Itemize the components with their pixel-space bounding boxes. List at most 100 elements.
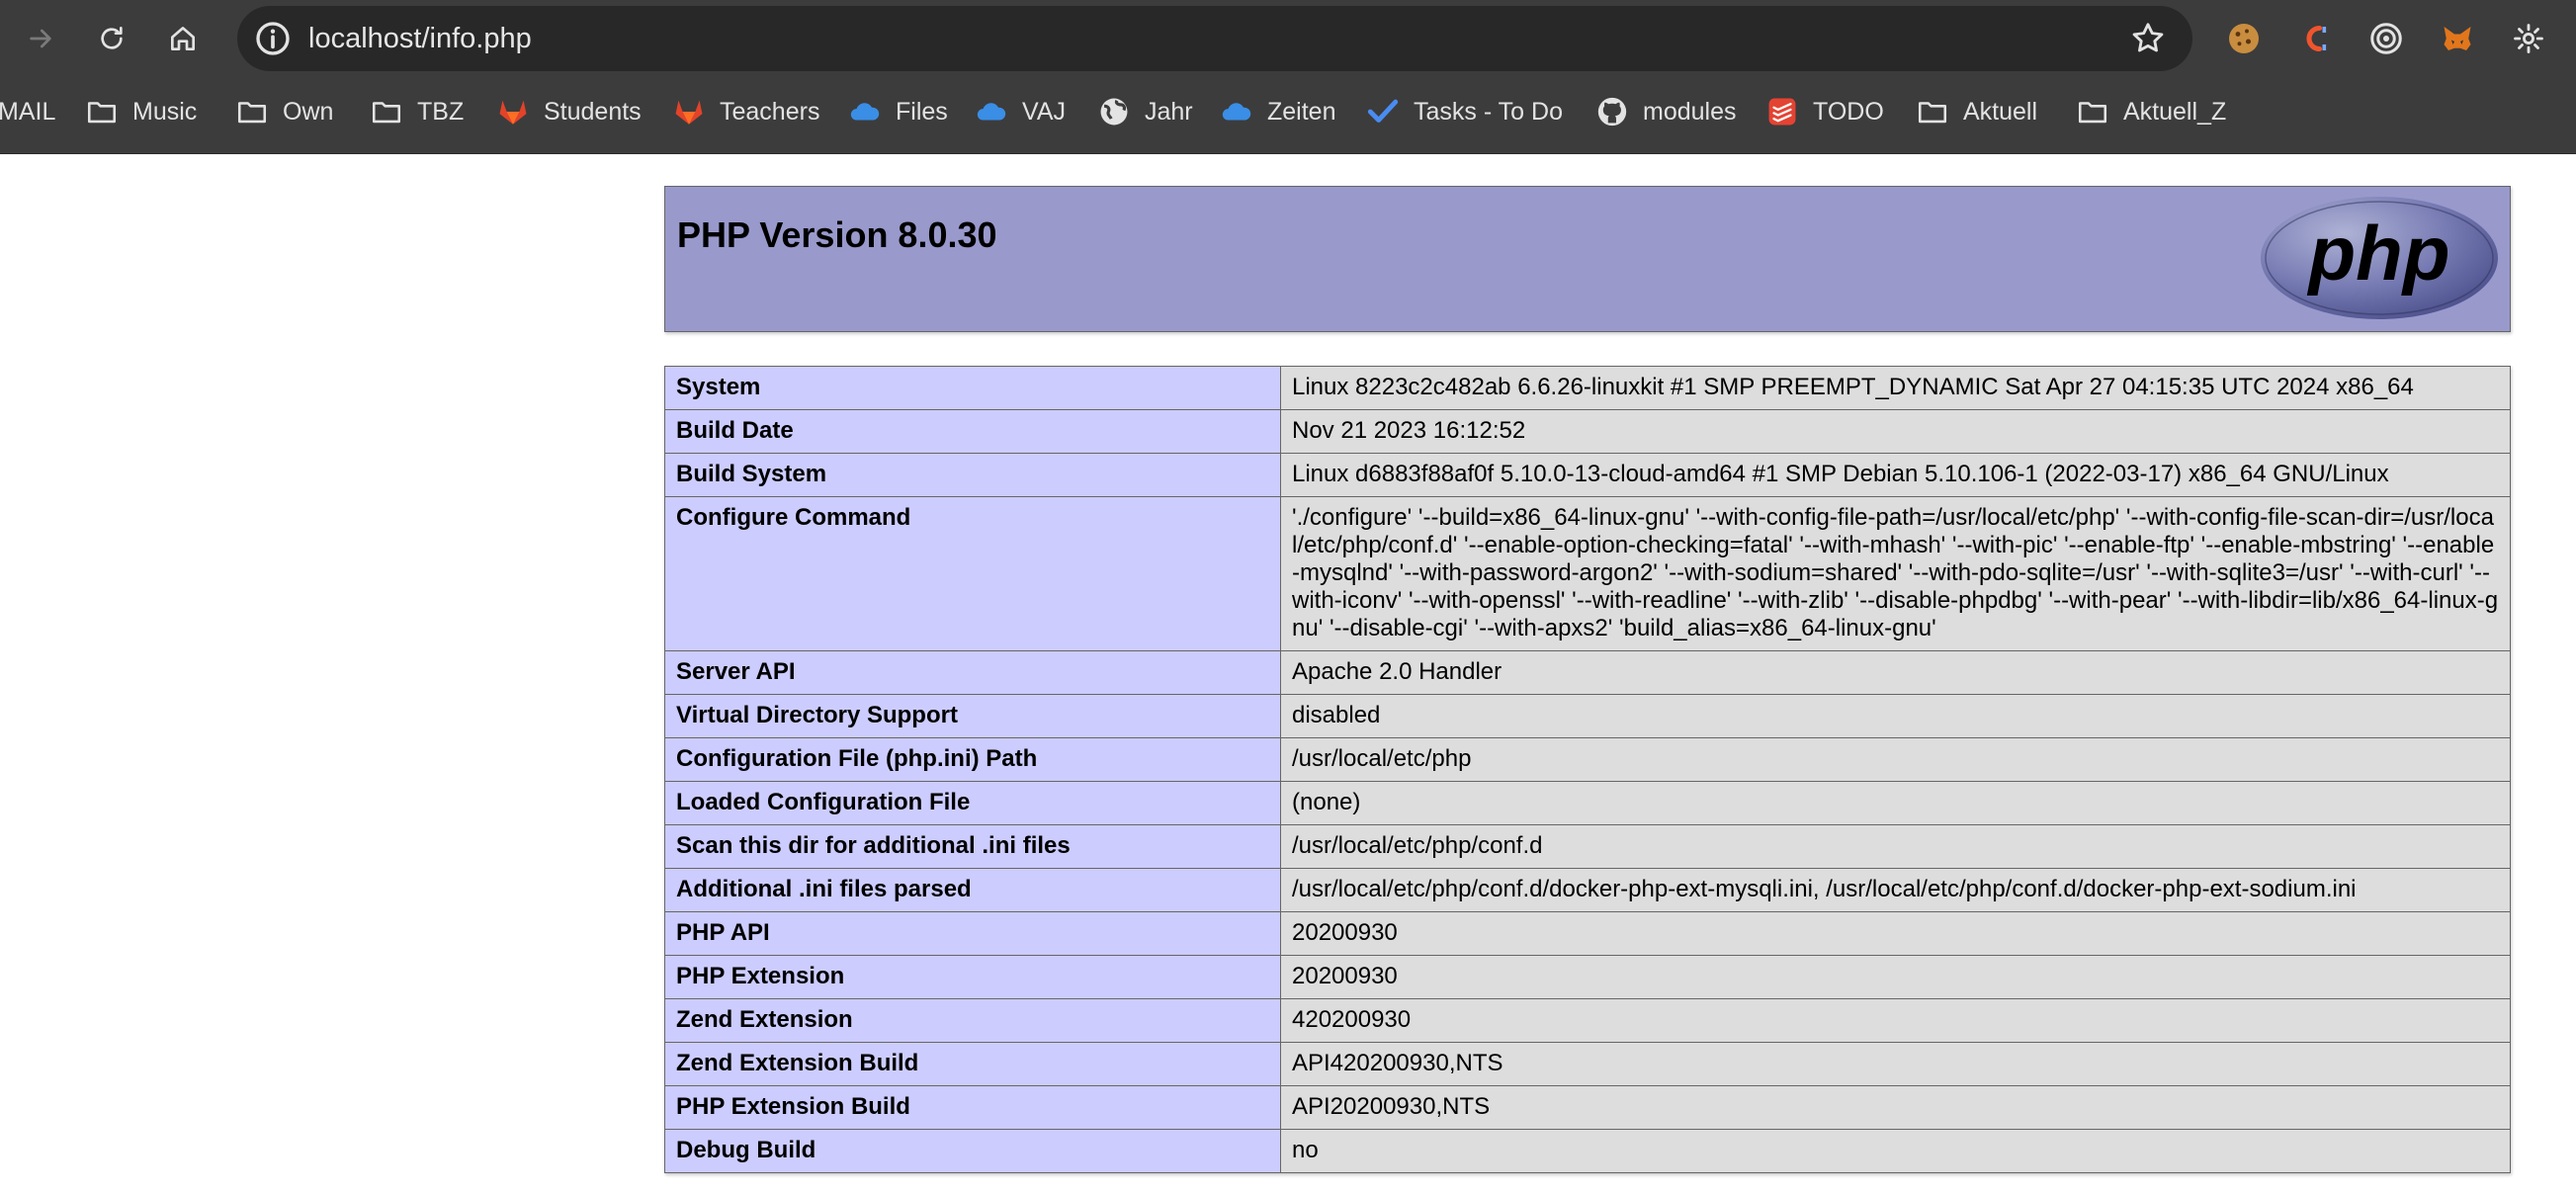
address-bar[interactable]: localhost/info.php [237, 6, 2192, 71]
bookmark-star-icon[interactable] [2129, 20, 2167, 57]
php-logo-text: php [2307, 210, 2450, 297]
reload-button[interactable] [89, 16, 134, 61]
onedrive-icon [1220, 95, 1253, 128]
table-row: Scan this dir for additional .ini files /… [664, 824, 2511, 869]
folder-icon [2076, 95, 2109, 128]
c-extension-icon[interactable] [2295, 19, 2335, 58]
bookmark-label: Aktuell_Z [2123, 97, 2227, 126]
bookmark-label: Students [544, 97, 642, 126]
row-value: Nov 21 2023 16:12:52 [1280, 409, 2511, 454]
bookmark-files[interactable]: Files [848, 77, 948, 146]
folder-icon [370, 95, 403, 128]
gitlab-icon [672, 95, 706, 128]
row-value: API420200930,NTS [1280, 1042, 2511, 1086]
row-value: './configure' '--build=x86_64-linux-gnu'… [1280, 496, 2511, 651]
row-value: no [1280, 1129, 2511, 1173]
bookmark-label: TODO [1813, 97, 1884, 126]
table-row: Zend Extension Build API420200930,NTS [664, 1042, 2511, 1086]
bookmark-todo[interactable]: TODO [1765, 77, 1884, 146]
page-title: PHP Version 8.0.30 [677, 214, 997, 255]
reload-icon [101, 27, 123, 49]
bookmark-label: TBZ [417, 97, 465, 126]
row-label: Additional .ini files parsed [664, 868, 1281, 912]
table-row: Additional .ini files parsed/usr/local/e… [664, 868, 2511, 912]
bookmark-aktuell[interactable]: Aktuell [1916, 77, 2037, 146]
php-logo[interactable]: php [2259, 195, 2500, 321]
onedrive-icon [848, 95, 882, 128]
bookmark-aktuell-z[interactable]: Aktuell_Z [2076, 77, 2226, 146]
row-value: API20200930,NTS [1280, 1085, 2511, 1130]
bookmark-label: Teachers [720, 97, 820, 126]
bookmark-students[interactable]: Students [496, 77, 642, 146]
arrow-right-icon [30, 29, 51, 48]
table-row: PHP API 20200930 [664, 911, 2511, 956]
github-icon [1595, 95, 1629, 128]
table-row: Configuration File (php.ini) Path/usr/lo… [664, 737, 2511, 782]
bookmark-zeiten[interactable]: Zeiten [1220, 77, 1335, 146]
table-row: Build System Linux d6883f88af0f 5.10.0-13… [664, 453, 2511, 497]
folder-icon [1916, 95, 1949, 128]
row-value: /usr/local/etc/php [1280, 737, 2511, 782]
bookmark-tasks-to-do[interactable]: Tasks - To Do [1366, 77, 1563, 146]
folder-icon [85, 95, 119, 128]
row-label: Build System [664, 453, 1281, 497]
bookmark-teachers[interactable]: Teachers [672, 77, 819, 146]
bookmark-music[interactable]: Music [85, 77, 197, 146]
row-label: Build Date [664, 409, 1281, 454]
gitlab-icon [496, 95, 530, 128]
bookmark-label: Zeiten [1267, 97, 1336, 126]
row-value: Linux d6883f88af0f 5.10.0-13-cloud-amd64… [1280, 453, 2511, 497]
bookmark-label: Files [896, 97, 948, 126]
table-row: System Linux 8223c2c482ab 6.6.26-linuxkit… [664, 366, 2511, 410]
onedrive-icon [975, 95, 1008, 128]
bookmark-jahr[interactable]: Jahr [1097, 77, 1193, 146]
phpinfo-table: System Linux 8223c2c482ab 6.6.26-linuxkit… [664, 366, 2511, 1173]
row-label: Configuration File (php.ini) Path [664, 737, 1281, 782]
table-row: Build Date Nov 21 2023 16:12:52 [664, 409, 2511, 454]
table-row: Loaded Configuration File (none) [664, 781, 2511, 825]
settings-gear-icon[interactable] [2509, 19, 2548, 58]
table-row: Configure Command './configure' '--build=… [664, 496, 2511, 651]
row-label: PHP Extension [664, 955, 1281, 999]
checkmark-icon [1366, 95, 1400, 128]
row-label: Configure Command [664, 496, 1281, 651]
phpinfo-page: PHP Version 8.0.30 php System Linux 8223c… [664, 186, 2511, 1173]
forward-button[interactable] [18, 16, 63, 61]
bookmark-own[interactable]: Own [235, 77, 333, 146]
row-label: System [664, 366, 1281, 410]
row-label: Loaded Configuration File [664, 781, 1281, 825]
row-label: Debug Build [664, 1129, 1281, 1173]
bookmark-label: modules [1643, 97, 1737, 126]
row-label: Virtual Directory Support [664, 694, 1281, 738]
row-label: Server API [664, 650, 1281, 695]
phpinfo-header: PHP Version 8.0.30 php [664, 186, 2511, 332]
info-icon[interactable] [253, 19, 293, 58]
url-text[interactable]: localhost/info.php [308, 6, 532, 71]
bookmark-mail[interactable]: MAIL [0, 77, 55, 146]
table-row: Server API Apache 2.0 Handler [664, 650, 2511, 695]
metamask-fox-icon[interactable] [2438, 19, 2477, 58]
target-extension-icon[interactable] [2366, 19, 2406, 58]
home-icon [171, 27, 195, 50]
cookie-extension-icon[interactable] [2224, 19, 2264, 58]
row-value: Apache 2.0 Handler [1280, 650, 2511, 695]
home-button[interactable] [160, 16, 206, 61]
bookmarks-bar: MAIL Music Own TBZ Students Teachers Fil… [0, 77, 2576, 154]
bookmark-label: MAIL [0, 97, 56, 126]
bookmark-modules[interactable]: modules [1595, 77, 1737, 146]
todoist-icon [1765, 95, 1799, 128]
bookmark-vaj[interactable]: VAJ [975, 77, 1066, 146]
row-value: /usr/local/etc/php/conf.d/docker-php-ext… [1280, 868, 2511, 912]
folder-icon [235, 95, 269, 128]
bookmark-tbz[interactable]: TBZ [370, 77, 464, 146]
row-value: 20200930 [1280, 955, 2511, 999]
bookmark-label: Aktuell [1963, 97, 2038, 126]
row-value: /usr/local/etc/php/conf.d [1280, 824, 2511, 869]
row-value: 420200930 [1280, 998, 2511, 1043]
table-row: Virtual Directory Support disabled [664, 694, 2511, 738]
bookmark-label: Tasks - To Do [1414, 97, 1563, 126]
row-value: Linux 8223c2c482ab 6.6.26-linuxkit #1 SM… [1280, 366, 2511, 410]
row-label: Zend Extension Build [664, 1042, 1281, 1086]
row-label: PHP API [664, 911, 1281, 956]
row-label: Zend Extension [664, 998, 1281, 1043]
